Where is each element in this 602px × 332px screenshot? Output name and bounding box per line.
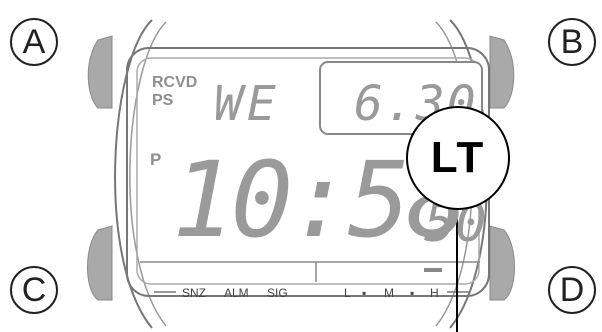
button-d-text: D [559, 271, 585, 309]
indicator-ps: PS [152, 92, 174, 109]
dot-1: ▪ [362, 286, 367, 300]
label-snz: SNZ [182, 286, 206, 300]
button-c-text: C [21, 271, 47, 309]
indicator-rcvd: RCVD [152, 74, 198, 91]
indicator-p: P [150, 150, 162, 169]
button-b-text: B [560, 23, 584, 61]
label-h: H [430, 286, 439, 300]
bezel-left-inner [129, 21, 167, 327]
button-d-label: D [548, 266, 596, 314]
button-a-shape [87, 35, 113, 109]
label-l: L [344, 286, 351, 300]
label-sig: SIG [267, 286, 288, 300]
bezel-left-outer [114, 19, 153, 329]
button-a-text: A [22, 23, 46, 61]
button-d-shape [489, 225, 515, 301]
dot-2: ▪ [410, 286, 415, 300]
label-m: M [384, 286, 394, 300]
watch-diagram: A B C D RCVD PS P WE 6.30 10:58 50 SNZ A… [0, 0, 602, 332]
button-b-shape [489, 35, 515, 109]
level-bar [424, 268, 442, 272]
weekday-display: WE [214, 76, 280, 132]
button-c-label: C [10, 266, 58, 314]
button-c-shape [87, 225, 113, 301]
button-b-label: B [548, 18, 596, 66]
lt-callout-text: LT [430, 133, 486, 182]
button-a-label: A [10, 18, 58, 66]
lt-callout: LT [406, 106, 510, 210]
label-alm: ALM [224, 286, 249, 300]
